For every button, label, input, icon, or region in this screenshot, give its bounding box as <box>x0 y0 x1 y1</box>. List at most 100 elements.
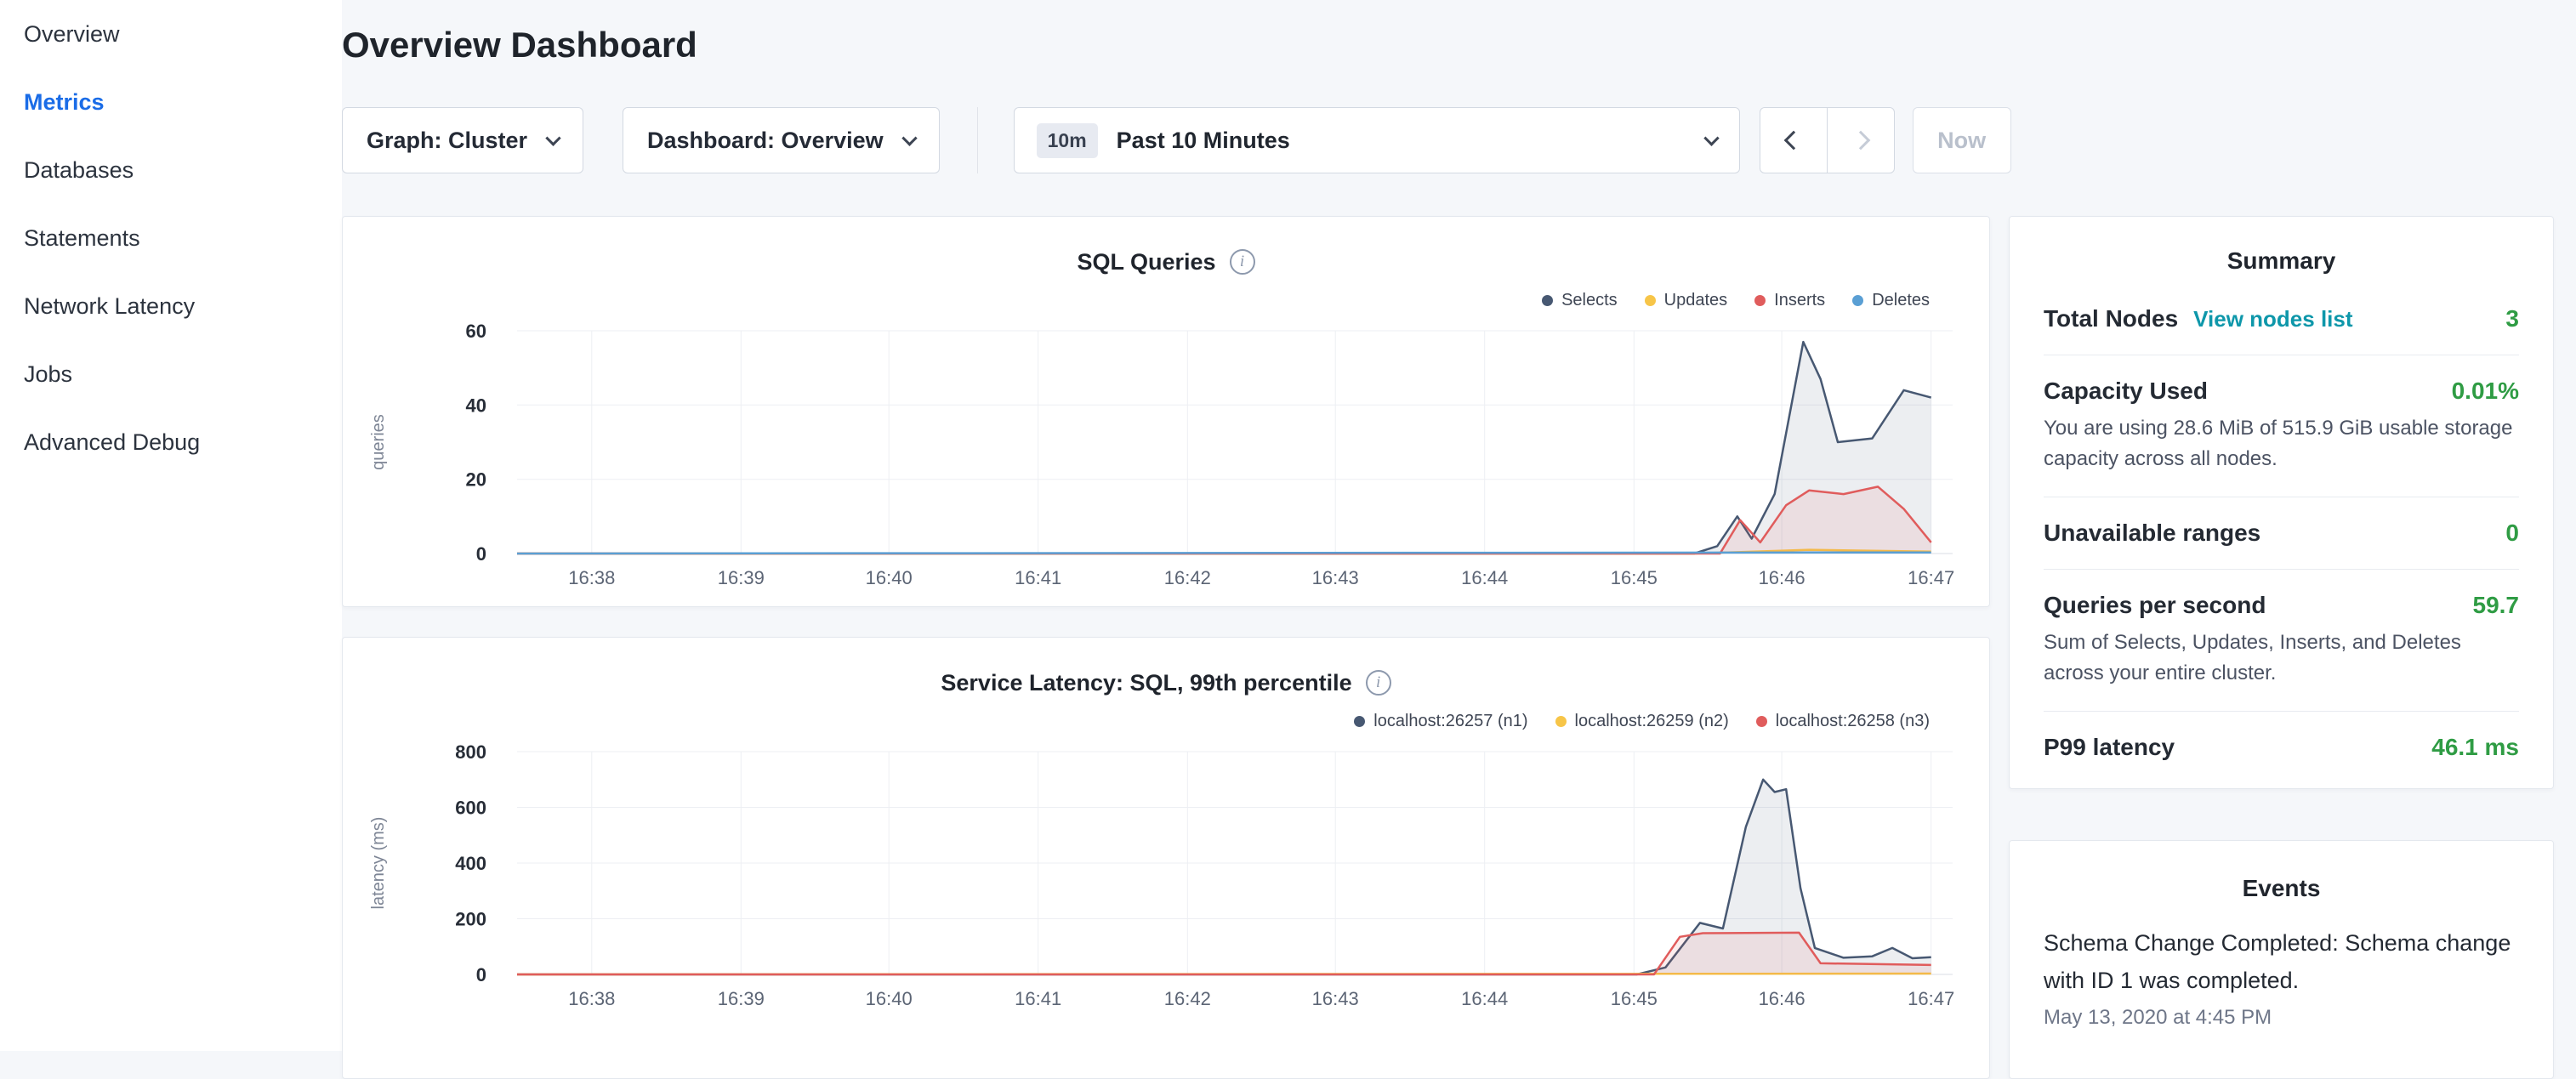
graph-dropdown[interactable]: Graph: Cluster <box>342 107 583 173</box>
sidebar-item-network-latency[interactable]: Network Latency <box>0 272 342 340</box>
svg-text:16:40: 16:40 <box>866 988 913 1009</box>
events-panel: Events Schema Change Completed: Schema c… <box>2009 840 2554 1079</box>
svg-text:200: 200 <box>455 909 486 930</box>
capacity-used-value: 0.01% <box>2452 378 2519 405</box>
legend-dot <box>1542 295 1553 306</box>
total-nodes-value: 3 <box>2505 305 2519 332</box>
svg-text:40: 40 <box>466 395 486 416</box>
summary-row-capacity-used: Capacity Used 0.01% You are using 28.6 M… <box>2044 355 2519 497</box>
legend-label: Updates <box>1664 291 1728 310</box>
svg-text:16:43: 16:43 <box>1312 567 1359 588</box>
service-latency-plot[interactable]: 020040060080016:3816:3916:4016:4116:4216… <box>343 741 1991 1022</box>
legend-item[interactable]: localhost:26257 (n1) <box>1354 712 1527 731</box>
svg-text:16:45: 16:45 <box>1611 567 1658 588</box>
summary-row-queries-per-second: Queries per second 59.7 Sum of Selects, … <box>2044 570 2519 712</box>
chevron-down-icon <box>545 130 560 145</box>
summary-panel: Summary Total Nodes View nodes list 3 Ca… <box>2009 216 2554 789</box>
chevron-down-icon <box>1703 130 1719 145</box>
time-window-selector[interactable]: 10m Past 10 Minutes <box>1014 107 1740 173</box>
svg-text:16:39: 16:39 <box>718 988 765 1009</box>
svg-text:16:46: 16:46 <box>1759 567 1805 588</box>
svg-text:16:38: 16:38 <box>568 988 615 1009</box>
summary-row-unavailable-ranges: Unavailable ranges 0 <box>2044 497 2519 570</box>
event-text: Schema Change Completed: Schema change w… <box>2044 924 2519 999</box>
chart-header: SQL Queries i <box>343 241 1989 283</box>
svg-text:latency (ms): latency (ms) <box>369 817 388 910</box>
sidebar-item-jobs[interactable]: Jobs <box>0 340 342 408</box>
summary-row-p99-latency: P99 latency 46.1 ms <box>2044 712 2519 783</box>
chart-legend: Selects Updates Inserts Deletes <box>343 285 1989 315</box>
time-prev-button[interactable] <box>1760 107 1828 173</box>
sidebar-item-advanced-debug[interactable]: Advanced Debug <box>0 408 342 476</box>
time-next-button[interactable] <box>1827 107 1895 173</box>
svg-text:16:44: 16:44 <box>1461 988 1508 1009</box>
legend-item[interactable]: Deletes <box>1852 291 1930 310</box>
page-title: Overview Dashboard <box>342 22 2576 68</box>
legend-item[interactable]: Updates <box>1645 291 1728 310</box>
time-window-badge: 10m <box>1037 123 1098 158</box>
legend-label: localhost:26258 (n3) <box>1776 712 1930 731</box>
unavailable-ranges-label: Unavailable ranges <box>2044 520 2260 547</box>
svg-text:16:41: 16:41 <box>1015 567 1061 588</box>
svg-text:16:46: 16:46 <box>1759 988 1805 1009</box>
legend-label: Selects <box>1561 291 1618 310</box>
chart-title: SQL Queries <box>1077 249 1215 275</box>
dashboard-body: SQL Queries i Selects Updates Inserts Delet… <box>342 216 2576 1079</box>
chevron-down-icon <box>901 130 917 145</box>
sidebar-item-statements[interactable]: Statements <box>0 204 342 272</box>
chevron-left-icon <box>1783 131 1803 150</box>
info-icon[interactable]: i <box>1366 670 1391 696</box>
svg-text:16:42: 16:42 <box>1164 988 1211 1009</box>
svg-text:16:42: 16:42 <box>1164 567 1211 588</box>
legend-item[interactable]: Selects <box>1542 291 1618 310</box>
legend-dot <box>1756 716 1767 727</box>
summary-row-total-nodes: Total Nodes View nodes list 3 <box>2044 283 2519 355</box>
now-button[interactable]: Now <box>1913 107 2011 173</box>
legend-dot <box>1852 295 1863 306</box>
svg-text:20: 20 <box>466 469 486 491</box>
sql-queries-plot[interactable]: 020406016:3816:3916:4016:4116:4216:4316:… <box>343 321 1991 601</box>
legend-item[interactable]: localhost:26258 (n3) <box>1756 712 1930 731</box>
legend-item[interactable]: localhost:26259 (n2) <box>1555 712 1729 731</box>
p99-latency-value: 46.1 ms <box>2431 734 2519 761</box>
time-window-label: Past 10 Minutes <box>1117 128 1290 154</box>
chevron-right-icon <box>1851 131 1870 150</box>
info-icon[interactable]: i <box>1230 249 1255 275</box>
sidebar-item-databases[interactable]: Databases <box>0 136 342 204</box>
svg-text:16:40: 16:40 <box>866 567 913 588</box>
sql-queries-chart-card: SQL Queries i Selects Updates Inserts Delet… <box>342 216 1990 607</box>
chart-header: Service Latency: SQL, 99th percentile i <box>343 662 1989 704</box>
legend-item[interactable]: Inserts <box>1754 291 1825 310</box>
svg-text:0: 0 <box>476 964 486 985</box>
view-nodes-list-link[interactable]: View nodes list <box>2193 306 2352 332</box>
sidebar-item-overview[interactable]: Overview <box>0 0 342 68</box>
legend-label: Deletes <box>1872 291 1930 310</box>
sidebar-item-metrics[interactable]: Metrics <box>0 68 342 136</box>
capacity-used-description: You are using 28.6 MiB of 515.9 GiB usab… <box>2044 413 2519 474</box>
legend-label: Inserts <box>1774 291 1825 310</box>
svg-text:600: 600 <box>455 798 486 819</box>
total-nodes-label: Total Nodes <box>2044 305 2178 332</box>
qps-value: 59.7 <box>2473 592 2520 619</box>
svg-text:800: 800 <box>455 741 486 763</box>
toolbar-divider <box>977 107 978 173</box>
svg-text:0: 0 <box>476 543 486 565</box>
svg-text:16:41: 16:41 <box>1015 988 1061 1009</box>
time-nav-buttons <box>1760 107 1895 173</box>
svg-text:60: 60 <box>466 321 486 342</box>
charts-column: SQL Queries i Selects Updates Inserts Delet… <box>342 216 1990 1079</box>
svg-text:16:38: 16:38 <box>568 567 615 588</box>
svg-text:16:45: 16:45 <box>1611 988 1658 1009</box>
dashboard-dropdown[interactable]: Dashboard: Overview <box>623 107 940 173</box>
svg-text:16:44: 16:44 <box>1461 567 1508 588</box>
capacity-used-label: Capacity Used <box>2044 378 2208 405</box>
legend-label: localhost:26259 (n2) <box>1575 712 1729 731</box>
p99-latency-label: P99 latency <box>2044 734 2175 761</box>
event-list-item[interactable]: Schema Change Completed: Schema change w… <box>2044 924 2519 1030</box>
event-timestamp: May 13, 2020 at 4:45 PM <box>2044 1006 2519 1030</box>
legend-dot <box>1645 295 1656 306</box>
legend-dot <box>1555 716 1567 727</box>
svg-text:16:43: 16:43 <box>1312 988 1359 1009</box>
legend-dot <box>1354 716 1365 727</box>
unavailable-ranges-value: 0 <box>2505 520 2519 547</box>
